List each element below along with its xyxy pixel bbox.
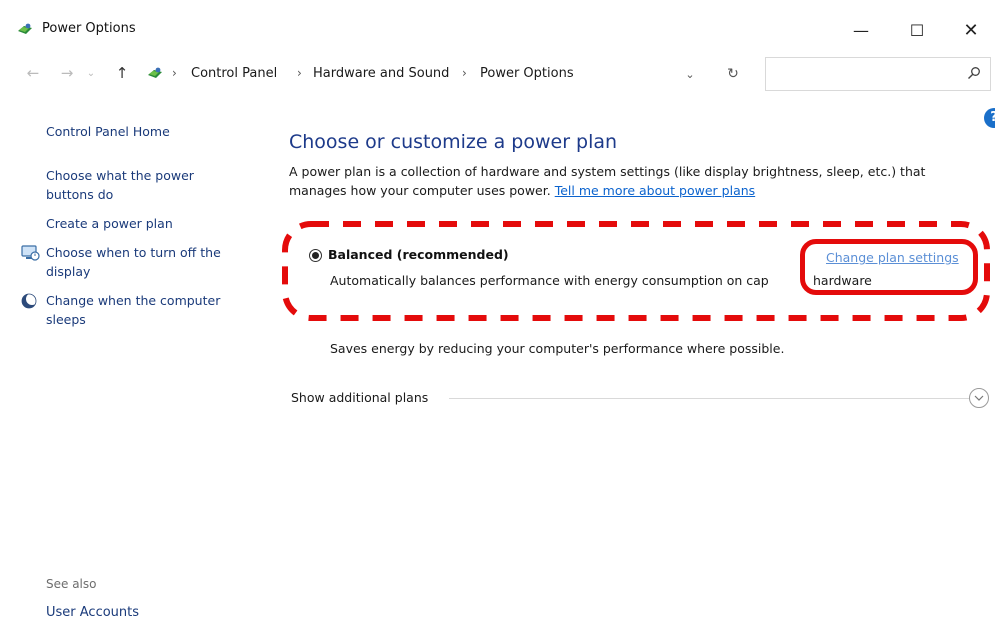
choose-power-buttons-link[interactable]: Choose what the power buttons do [46, 166, 226, 204]
refresh-button[interactable]: ↻ [722, 62, 744, 86]
moon-icon [21, 293, 38, 309]
learn-more-link[interactable]: Tell me more about power plans [555, 183, 755, 198]
back-button[interactable]: ← [22, 60, 44, 86]
search-input[interactable] [766, 58, 956, 90]
display-icon [21, 245, 40, 261]
breadcrumb-power-options[interactable]: Power Options [480, 66, 574, 81]
page-title: Choose or customize a power plan [289, 131, 618, 153]
breadcrumb-separator: › [172, 66, 177, 80]
minimize-button[interactable]: — [838, 12, 884, 48]
see-also-heading: See also [46, 577, 97, 591]
up-button[interactable]: ↑ [111, 60, 133, 86]
control-panel-home-link[interactable]: Control Panel Home [46, 122, 170, 141]
chevron-down-icon[interactable] [969, 388, 989, 408]
turn-off-display-link[interactable]: Choose when to turn off the display [46, 243, 246, 281]
recent-locations-button[interactable]: ⌄ [85, 60, 97, 86]
show-additional-plans-label[interactable]: Show additional plans [291, 390, 428, 405]
section-divider [449, 398, 969, 399]
forward-button[interactable]: → [56, 60, 78, 86]
window-title: Power Options [42, 21, 136, 36]
user-accounts-link[interactable]: User Accounts [46, 605, 139, 620]
computer-sleeps-link[interactable]: Change when the computer sleeps [46, 291, 246, 329]
power-options-icon [148, 67, 162, 78]
highlight-annotation [800, 239, 978, 295]
search-icon[interactable] [967, 66, 981, 80]
maximize-button[interactable]: ☐ [894, 12, 940, 48]
address-dropdown-button[interactable]: ⌄ [680, 62, 700, 86]
search-box[interactable] [765, 57, 991, 91]
help-icon[interactable]: ? [984, 108, 995, 128]
power-options-icon [18, 23, 32, 34]
power-saver-description: Saves energy by reducing your computer's… [330, 341, 785, 356]
breadcrumb-control-panel[interactable]: Control Panel [191, 66, 277, 81]
chevron-down-glyph [974, 395, 984, 401]
breadcrumb-separator: › [462, 66, 467, 80]
close-button[interactable]: ✕ [948, 12, 994, 48]
breadcrumb-separator: › [297, 66, 302, 80]
page-description: A power plan is a collection of hardware… [289, 162, 979, 200]
breadcrumb-hardware-and-sound[interactable]: Hardware and Sound [313, 66, 449, 81]
create-power-plan-link[interactable]: Create a power plan [46, 214, 173, 233]
